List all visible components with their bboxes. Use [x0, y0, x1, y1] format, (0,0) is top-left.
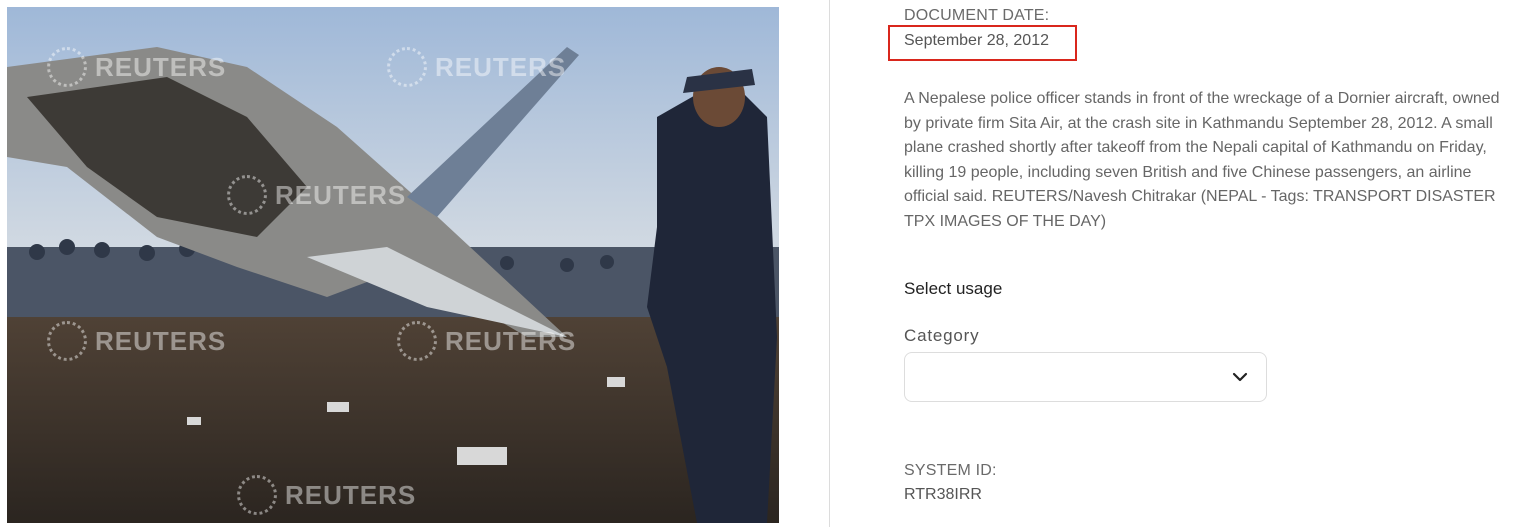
document-date-value: September 28, 2012 — [904, 32, 1049, 49]
chevron-down-icon — [1232, 372, 1248, 382]
reuters-watermark: REUTERS — [227, 175, 406, 215]
photo-caption: A Nepalese police officer stands in fron… — [904, 90, 1500, 230]
system-id-value: RTR38IRR — [904, 486, 982, 503]
document-date-label: DOCUMENT DATE: — [904, 7, 1050, 24]
reuters-watermark: REUTERS — [47, 47, 226, 87]
panel-divider — [829, 0, 830, 527]
system-id-label: SYSTEM ID: — [904, 462, 997, 479]
reuters-watermark: REUTERS — [397, 321, 576, 361]
reuters-watermark: REUTERS — [237, 475, 416, 515]
category-dropdown[interactable] — [904, 352, 1267, 402]
select-usage-heading: Select usage — [904, 279, 1003, 298]
reuters-watermark: REUTERS — [47, 321, 226, 361]
reuters-watermark: REUTERS — [387, 47, 566, 87]
news-photo: REUTERS REUTERS REUTERS REUTERS REUTERS … — [7, 7, 779, 523]
category-label: Category — [904, 326, 980, 345]
